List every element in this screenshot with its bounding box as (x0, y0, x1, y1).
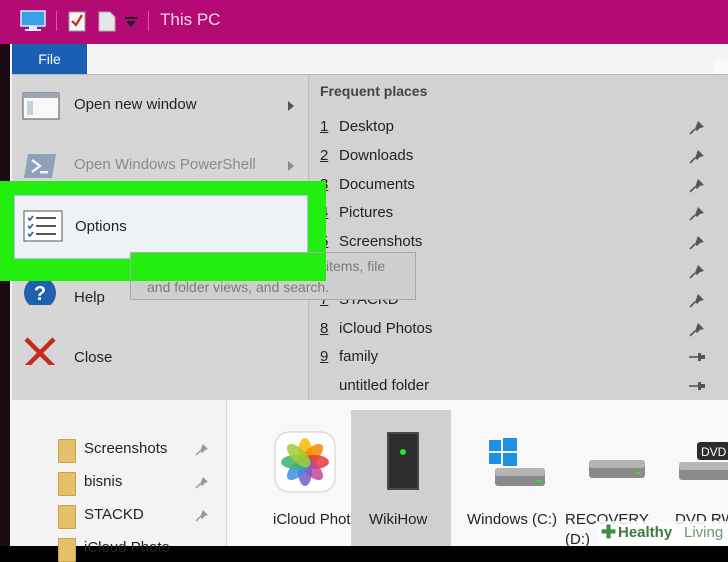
pin-icon[interactable] (194, 443, 210, 457)
nav-item-label: Screenshots (84, 440, 168, 457)
frequent-place-item[interactable]: untitled folder (309, 372, 728, 401)
options-highlight (131, 253, 326, 281)
folder-icon (58, 538, 76, 562)
frequent-place-number: 1 (320, 118, 329, 135)
frequent-place-name: untitled folder (339, 377, 430, 395)
drive-wikihow[interactable]: WikiHow (351, 410, 451, 546)
chevron-right-icon (288, 161, 294, 171)
nav-item-label: bisnis (84, 473, 123, 490)
title-bar: This PC (0, 0, 728, 44)
menu-item-label: Open new window (74, 96, 197, 113)
title-separator (148, 11, 149, 31)
frequent-place-number: 8 (320, 319, 329, 337)
frequent-place-name: iCloud Photos (339, 319, 433, 337)
pin-icon[interactable] (687, 292, 707, 308)
pin-icon[interactable] (687, 263, 707, 279)
unpin-icon[interactable] (687, 349, 707, 365)
title-separator (56, 11, 57, 31)
frequent-place-number: 2 (320, 146, 329, 164)
chevron-down-icon[interactable] (124, 16, 138, 28)
frequent-place-name: family (339, 348, 379, 366)
drive-windows-c[interactable]: Windows (C:) (467, 410, 567, 546)
svg-text:?: ? (34, 283, 46, 305)
window-icon (22, 92, 60, 120)
frequent-place-name: Documents (339, 175, 415, 193)
photos-icon (274, 431, 336, 493)
pin-icon[interactable] (687, 321, 707, 337)
healthy-living-watermark: ✚ Healthy Living (598, 521, 728, 546)
menu-item-label: Close (74, 349, 113, 366)
hard-drive-icon (589, 460, 645, 478)
plus-icon: ✚ (601, 522, 617, 542)
pin-icon[interactable] (687, 177, 707, 193)
drive-label: WikiHow (369, 511, 428, 528)
menu-item-options[interactable]: Options (14, 195, 308, 259)
frequent-places-panel: Frequent places 1 Desktop 2 Downloads 3Docum… (309, 75, 728, 401)
frequent-place-name: Screenshots (339, 233, 423, 251)
frequent-place-name: Pictures (339, 204, 394, 222)
nav-item[interactable]: STACKD (58, 501, 228, 529)
dvd-drive-icon: DVD (679, 442, 728, 480)
nav-item[interactable]: iCloud Photo (58, 534, 228, 562)
folder-icon (58, 472, 76, 496)
pin-icon[interactable] (687, 205, 707, 221)
watermark-word-2: Living (684, 524, 724, 541)
frequent-place-item[interactable]: 1 Desktop (309, 113, 728, 142)
menu-item-label: Options (75, 218, 127, 235)
nav-item[interactable]: bisnis (58, 468, 228, 496)
pin-icon[interactable] (687, 119, 707, 135)
folder-icon (58, 505, 76, 529)
new-folder-icon[interactable] (98, 10, 118, 32)
svg-text:DVD: DVD (701, 445, 727, 459)
drive-icloud-photos[interactable]: iCloud Photos (253, 410, 366, 546)
watermark-word-1: Healthy (618, 524, 673, 541)
folder-icon (58, 439, 76, 463)
frequent-place-item[interactable]: 8 iCloud Photos (309, 315, 728, 344)
frequent-places-header: Frequent places (320, 83, 428, 99)
pin-icon[interactable] (194, 476, 210, 490)
pin-icon[interactable] (194, 509, 210, 523)
frequent-place-name: Desktop (339, 118, 395, 135)
window-left-edge (0, 44, 10, 546)
frequent-place-item[interactable]: 2 Downloads (309, 142, 728, 171)
drive-label: Windows (C:) (467, 511, 558, 528)
frequent-place-number: 9 (320, 348, 329, 366)
nav-item-label: iCloud Photo (84, 539, 170, 556)
server-drive-icon (387, 432, 419, 490)
frequent-place-item[interactable]: 3Documents (309, 171, 728, 200)
frequent-place-item[interactable]: 9 family (309, 343, 728, 372)
options-icon (23, 210, 63, 242)
frequent-place-name: Downloads (339, 146, 414, 164)
chevron-right-icon (288, 101, 294, 111)
menu-item-close[interactable]: Close (12, 325, 308, 379)
menu-item-label: Open Windows PowerShell (74, 156, 256, 173)
file-tab[interactable]: File (12, 44, 87, 74)
properties-icon[interactable] (68, 10, 88, 32)
menu-item-label: Help (74, 289, 105, 306)
window-title: This PC (160, 10, 221, 29)
this-pc-icon[interactable] (20, 10, 46, 32)
powershell-icon (24, 154, 56, 178)
unpin-icon[interactable] (687, 378, 707, 394)
navigation-pane: Screenshots bisnis STACKD iCloud Photo (12, 400, 228, 562)
frequent-place-item[interactable]: 4Pictures (309, 199, 728, 228)
close-icon (24, 337, 56, 365)
nav-item[interactable]: Screenshots (58, 435, 228, 463)
pin-icon[interactable] (687, 148, 707, 164)
menu-item-open-new-window[interactable]: Open new window (12, 79, 308, 133)
windows-drive-icon (489, 438, 545, 486)
nav-item-label: STACKD (84, 506, 144, 523)
pin-icon[interactable] (687, 234, 707, 250)
